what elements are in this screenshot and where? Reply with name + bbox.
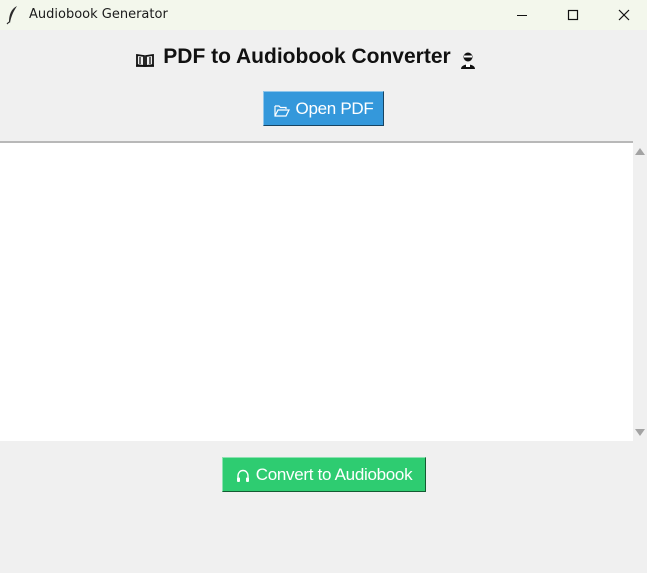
open-pdf-button[interactable]: Open PDF [263, 91, 384, 126]
text-area-scrollbar[interactable] [633, 141, 647, 441]
close-button[interactable] [601, 0, 647, 30]
pdf-text-area[interactable] [0, 141, 633, 441]
headphones-icon [236, 469, 249, 482]
close-icon [618, 9, 630, 21]
scroll-down-arrow-icon[interactable] [635, 429, 645, 436]
page-title: PDF to Audiobook Converter [163, 45, 451, 68]
open-book-icon [136, 53, 155, 68]
page-heading: PDF to Audiobook Converter [0, 44, 612, 70]
speaker-person-icon [460, 52, 475, 69]
maximize-icon [567, 9, 579, 21]
scroll-up-arrow-icon[interactable] [635, 148, 645, 155]
folder-open-icon [273, 104, 290, 117]
convert-label: Convert to Audiobook [255, 464, 413, 484]
open-pdf-label: Open PDF [295, 98, 374, 118]
feather-icon [6, 6, 17, 25]
maximize-button[interactable] [550, 0, 596, 30]
window-title: Audiobook Generator [29, 7, 168, 22]
minimize-icon [517, 15, 527, 16]
title-bar: Audiobook Generator [0, 0, 647, 30]
minimize-button[interactable] [499, 0, 545, 30]
convert-to-audiobook-button[interactable]: Convert to Audiobook [222, 457, 426, 492]
